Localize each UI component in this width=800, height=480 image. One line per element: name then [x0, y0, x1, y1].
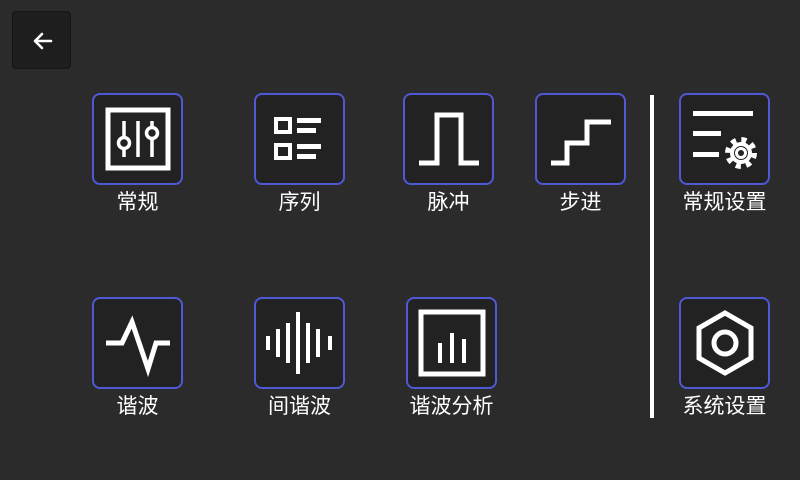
pulse-wave-icon — [419, 112, 479, 166]
mode-label-harmonic-analysis: 谐波分析 — [409, 394, 494, 418]
settings-tile-general[interactable]: 常规设置 — [679, 93, 779, 229]
audio-bars-icon — [266, 312, 332, 374]
mode-label-interharmonic: 间谐波 — [268, 394, 331, 418]
mixer-sliders-icon — [105, 107, 171, 171]
mode-tile-normal[interactable]: 常规 — [92, 93, 192, 229]
mode-button-step[interactable] — [535, 93, 626, 185]
mode-label-normal: 常规 — [116, 190, 159, 214]
mode-tile-step[interactable]: 步进 — [535, 93, 635, 229]
settings-label-general: 常规设置 — [682, 190, 767, 214]
waveform-spike-icon — [106, 315, 170, 377]
step-stairs-icon — [551, 119, 611, 166]
list-gear-icon — [693, 111, 757, 169]
mode-button-harmonic[interactable] — [92, 297, 183, 389]
mode-tile-harmonic[interactable]: 谐波 — [92, 297, 192, 433]
mode-tile-interharmonic[interactable]: 间谐波 — [254, 297, 354, 433]
mode-button-sequence[interactable] — [254, 93, 345, 185]
bar-chart-icon — [418, 309, 486, 377]
settings-tile-system[interactable]: 系统设置 — [679, 297, 779, 433]
mode-button-interharmonic[interactable] — [254, 297, 345, 389]
mode-label-sequence: 序列 — [278, 190, 321, 214]
mode-tile-pulse[interactable]: 脉冲 — [403, 93, 503, 229]
arrow-left-icon — [33, 32, 53, 50]
system-settings-button[interactable] — [679, 297, 770, 389]
list-icon — [274, 117, 321, 160]
general-settings-button[interactable] — [679, 93, 770, 185]
mode-label-harmonic: 谐波 — [116, 394, 159, 418]
divider — [650, 95, 654, 418]
hexagon-nut-icon — [696, 310, 754, 376]
mode-tile-harmonic-analysis[interactable]: 谐波分析 — [406, 297, 506, 433]
back-button[interactable] — [12, 11, 71, 69]
mode-button-harmonic-analysis[interactable] — [406, 297, 497, 389]
settings-label-system: 系统设置 — [682, 394, 767, 418]
mode-button-pulse[interactable] — [403, 93, 494, 185]
mode-tile-sequence[interactable]: 序列 — [254, 93, 354, 229]
mode-button-normal[interactable] — [92, 93, 183, 185]
